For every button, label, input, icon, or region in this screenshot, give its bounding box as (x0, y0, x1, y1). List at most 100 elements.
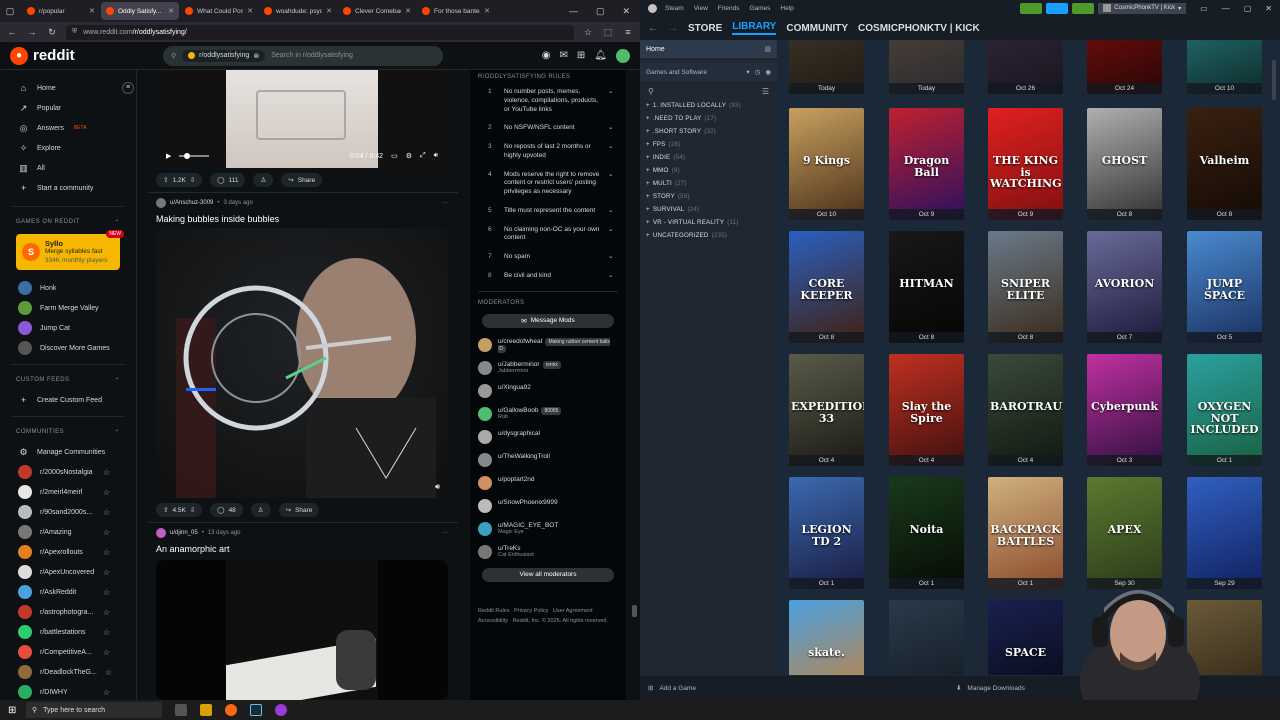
moderator-item[interactable]: u/GallowBoob 80085 Rob (478, 406, 618, 421)
game-cover[interactable]: Dragon Ball Oct 9 (889, 108, 964, 220)
post-title[interactable]: Making bubbles inside bubbles (156, 214, 448, 224)
post-video[interactable] (156, 560, 448, 700)
collection-item[interactable]: + UNCATEGORIZED (235) (640, 229, 777, 242)
game-cover[interactable]: Slay the Spire Oct 4 (889, 354, 964, 466)
view-all-mods-button[interactable]: View all moderators (482, 567, 614, 582)
forward-icon[interactable]: → (668, 23, 678, 34)
bookmark-icon[interactable]: ☆ (582, 27, 594, 38)
grid-scrollbar[interactable] (1272, 60, 1276, 100)
menu-icon[interactable]: ≡ (622, 27, 634, 37)
maximize-icon[interactable]: ▢ (596, 6, 605, 17)
star-icon[interactable]: ☆ (103, 508, 110, 517)
expand-icon[interactable]: + (646, 232, 650, 239)
expand-icon[interactable]: + (646, 154, 650, 161)
collection-item[interactable]: + MMO (9) (640, 164, 777, 177)
sidebar-game-item[interactable]: Discover More Games (0, 338, 136, 358)
games-software-filter[interactable]: Games and Software ▾ ◷ ◉ (640, 63, 777, 81)
close-icon[interactable]: ✕ (622, 6, 630, 17)
steam-menu-item[interactable]: Steam (665, 5, 684, 12)
sidebar-community-item[interactable]: r/CompetitiveA... ☆ (0, 642, 136, 662)
game-cover[interactable]: SPACE (988, 600, 1063, 675)
steam-menu-item[interactable]: Friends (718, 5, 740, 12)
game-cover[interactable]: Cyberpunk Oct 3 (1087, 354, 1162, 466)
reload-icon[interactable]: ↻ (46, 27, 58, 38)
game-cover[interactable]: OXYGEN NOT INCLUDED Oct 1 (1187, 354, 1262, 466)
downvote-icon[interactable]: ⇩ (190, 176, 195, 184)
close-icon[interactable]: ✕ (1265, 4, 1272, 13)
captions-icon[interactable]: ▭ (391, 152, 398, 160)
collection-item[interactable]: + .SHORT STORY (32) (640, 125, 777, 138)
user-avatar[interactable] (156, 528, 166, 538)
browser-tab[interactable]: What Could Possi...✕ (180, 2, 258, 20)
game-cover[interactable]: GHOST Oct 8 (1087, 108, 1162, 220)
upvote-icon[interactable]: ⇧ (163, 506, 168, 514)
close-tab-icon[interactable]: ✕ (405, 7, 411, 15)
notifications-icon[interactable] (1072, 2, 1095, 14)
comments-button[interactable]: ◯ 111 (210, 173, 246, 187)
file-explorer-icon[interactable] (200, 704, 212, 716)
post-user[interactable]: u/Anschuz-3009 (170, 200, 213, 206)
forward-icon[interactable]: → (26, 27, 38, 37)
back-icon[interactable]: ← (648, 23, 658, 34)
more-options-icon[interactable]: ··· (442, 530, 448, 536)
video-progress-slider[interactable] (179, 153, 210, 159)
sidebar-community-item[interactable]: r/ApexUncovered ☆ (0, 562, 136, 582)
firefox-icon[interactable] (225, 704, 237, 716)
vote-pill[interactable]: ⇧ 4.5K ⇩ (156, 503, 203, 517)
custom-feeds-header[interactable]: CUSTOM FEEDS ⌃ (0, 365, 136, 390)
more-options-icon[interactable]: ··· (442, 200, 448, 206)
award-button[interactable]: ♙ (250, 503, 271, 517)
footer-privacy-link[interactable]: Privacy Policy (514, 608, 548, 614)
rule-item[interactable]: 4 Mods reserve the right to remove conten… (478, 171, 618, 197)
post[interactable]: u/djinn_05 • 13 days ago ··· An anamorph… (156, 528, 448, 554)
upvote-icon[interactable]: ⇧ (163, 176, 168, 184)
collection-item[interactable]: + .NEED TO PLAY (17) (640, 112, 777, 125)
downvote-icon[interactable]: ⇩ (190, 506, 195, 514)
game-cover[interactable]: SNIPER ELITE Oct 8 (988, 231, 1063, 343)
expand-icon[interactable]: + (646, 102, 650, 109)
collection-item[interactable]: +1. INSTALLED LOCALLY (93) (640, 99, 777, 112)
game-cover[interactable]: BAROTRAUMA Oct 4 (988, 354, 1063, 466)
sidebar-item-all[interactable]: ▥ All (0, 158, 136, 178)
rule-item[interactable]: 8 Be civil and kind ⌄ (478, 272, 618, 281)
game-cover[interactable] (889, 600, 964, 675)
expand-icon[interactable]: + (646, 180, 650, 187)
moderator-item[interactable]: u/TreKs Cat Enthusiast (478, 544, 618, 559)
post[interactable]: u/Anschuz-3009 • 3 days ago ··· Making b… (156, 198, 448, 224)
game-cover[interactable]: Oct 24 (1087, 40, 1162, 94)
fullscreen-icon[interactable]: ⤢ (420, 152, 426, 160)
sidebar-item-start-a-community[interactable]: + Start a community (0, 178, 136, 198)
start-icon[interactable]: ⊞ (8, 705, 16, 716)
rule-item[interactable]: 7 No spam ⌄ (478, 253, 618, 262)
steam-menu-item[interactable]: Games (749, 5, 770, 12)
browser-tab[interactable]: Oddly Satisfy... ✕ (101, 2, 179, 20)
filter-icon[interactable]: ☰ (762, 87, 769, 96)
library-home-button[interactable]: Home ▦ (640, 40, 777, 58)
browser-tab[interactable]: woahdude: psych...✕ (259, 2, 337, 20)
game-cover[interactable]: CORE KEEPER Oct 8 (789, 231, 864, 343)
moderator-name[interactable]: u/dysgraphical (498, 430, 540, 437)
vote-pill[interactable]: ⇧ 1.2K ⇩ (156, 173, 203, 187)
address-bar[interactable]: ⛨ www.reddit.com/r/oddlysatisfying/ (66, 24, 574, 40)
collection-item[interactable]: + SURVIVAL (24) (640, 203, 777, 216)
expand-icon[interactable]: + (646, 141, 650, 148)
moderator-name[interactable]: u/Xingua92 (498, 384, 531, 391)
game-cover[interactable]: BACKPACK BATTLES Oct 1 (988, 477, 1063, 589)
sidebar-item-explore[interactable]: ✧ Explore (0, 138, 136, 158)
sidebar-item-popular[interactable]: ↗ Popular (0, 98, 136, 118)
moderator-name[interactable]: u/SnowPhoenix9999 (498, 499, 558, 506)
collection-item[interactable]: + MULTI (27) (640, 177, 777, 190)
rule-item[interactable]: 6 No claiming non-OC as your own content ⌄ (478, 226, 618, 244)
game-cover[interactable]: Noita Oct 1 (889, 477, 964, 589)
game-cover[interactable]: skate. (789, 600, 864, 675)
expand-icon[interactable]: + (646, 193, 650, 200)
moderator-name[interactable]: u/MAGIC_EYE_BOT (498, 522, 558, 529)
moderator-name[interactable]: u/Jabberminor (498, 361, 540, 368)
steam-user-chip[interactable]: CosmicPhonkTV | Kick ▾ (1098, 2, 1187, 14)
star-icon[interactable]: ☆ (103, 488, 110, 497)
moderator-item[interactable]: u/dysgraphical (478, 429, 618, 444)
sidebar-community-item[interactable]: r/DIWHY ☆ (0, 682, 136, 700)
game-cover[interactable]: 9 Kings Oct 10 (789, 108, 864, 220)
nav-community[interactable]: COMMUNITY (786, 23, 848, 34)
grid-view-icon[interactable]: ▦ (764, 45, 771, 53)
